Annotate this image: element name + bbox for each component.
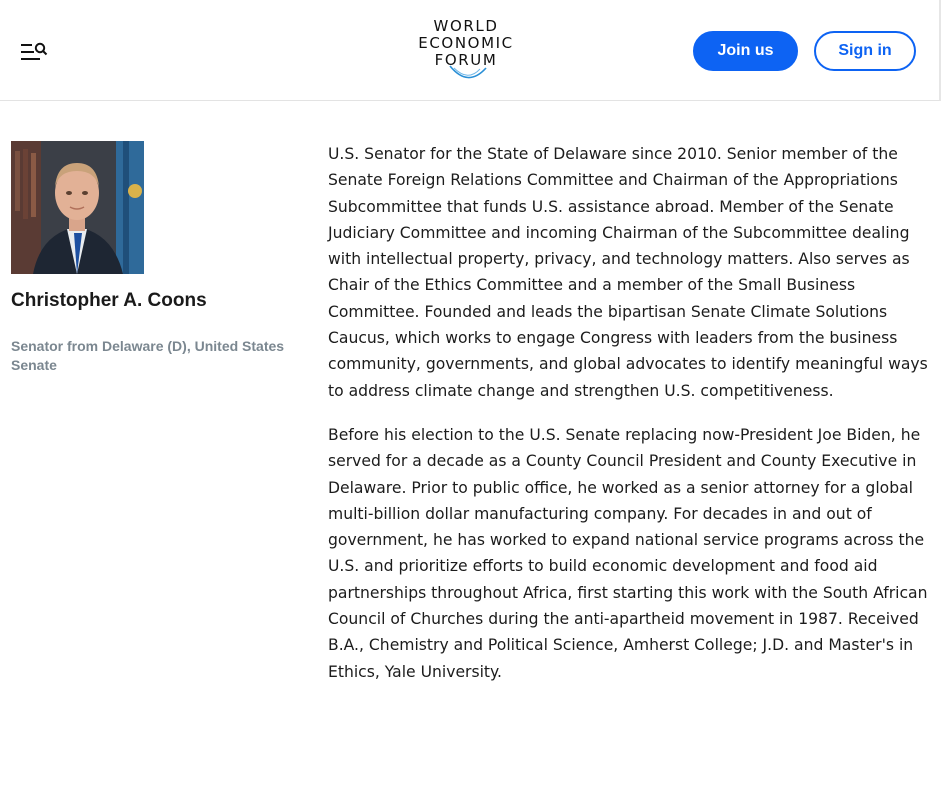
bio-paragraph-2: Before his election to the U.S. Senate r… xyxy=(328,425,928,681)
logo-line-2: ECONOMIC xyxy=(418,34,514,52)
site-header: WORLD ECONOMIC FORUM Join us Sign in xyxy=(0,0,941,101)
wef-logo[interactable]: WORLD ECONOMIC FORUM xyxy=(408,18,524,84)
join-us-button[interactable]: Join us xyxy=(693,31,798,71)
bio-paragraph-1: U.S. Senator for the State of Delaware s… xyxy=(328,145,928,400)
profile-photo xyxy=(11,141,144,274)
sign-in-button[interactable]: Sign in xyxy=(814,31,916,71)
logo-arc-icon xyxy=(449,65,487,79)
logo-line-1: WORLD xyxy=(433,17,499,35)
menu-search-icon[interactable] xyxy=(18,37,50,65)
profile-name: Christopher A. Coons xyxy=(11,290,207,311)
profile-bio: U.S. Senator for the State of Delaware s… xyxy=(328,141,928,685)
profile-role: Senator from Delaware (D), United States… xyxy=(11,338,285,373)
